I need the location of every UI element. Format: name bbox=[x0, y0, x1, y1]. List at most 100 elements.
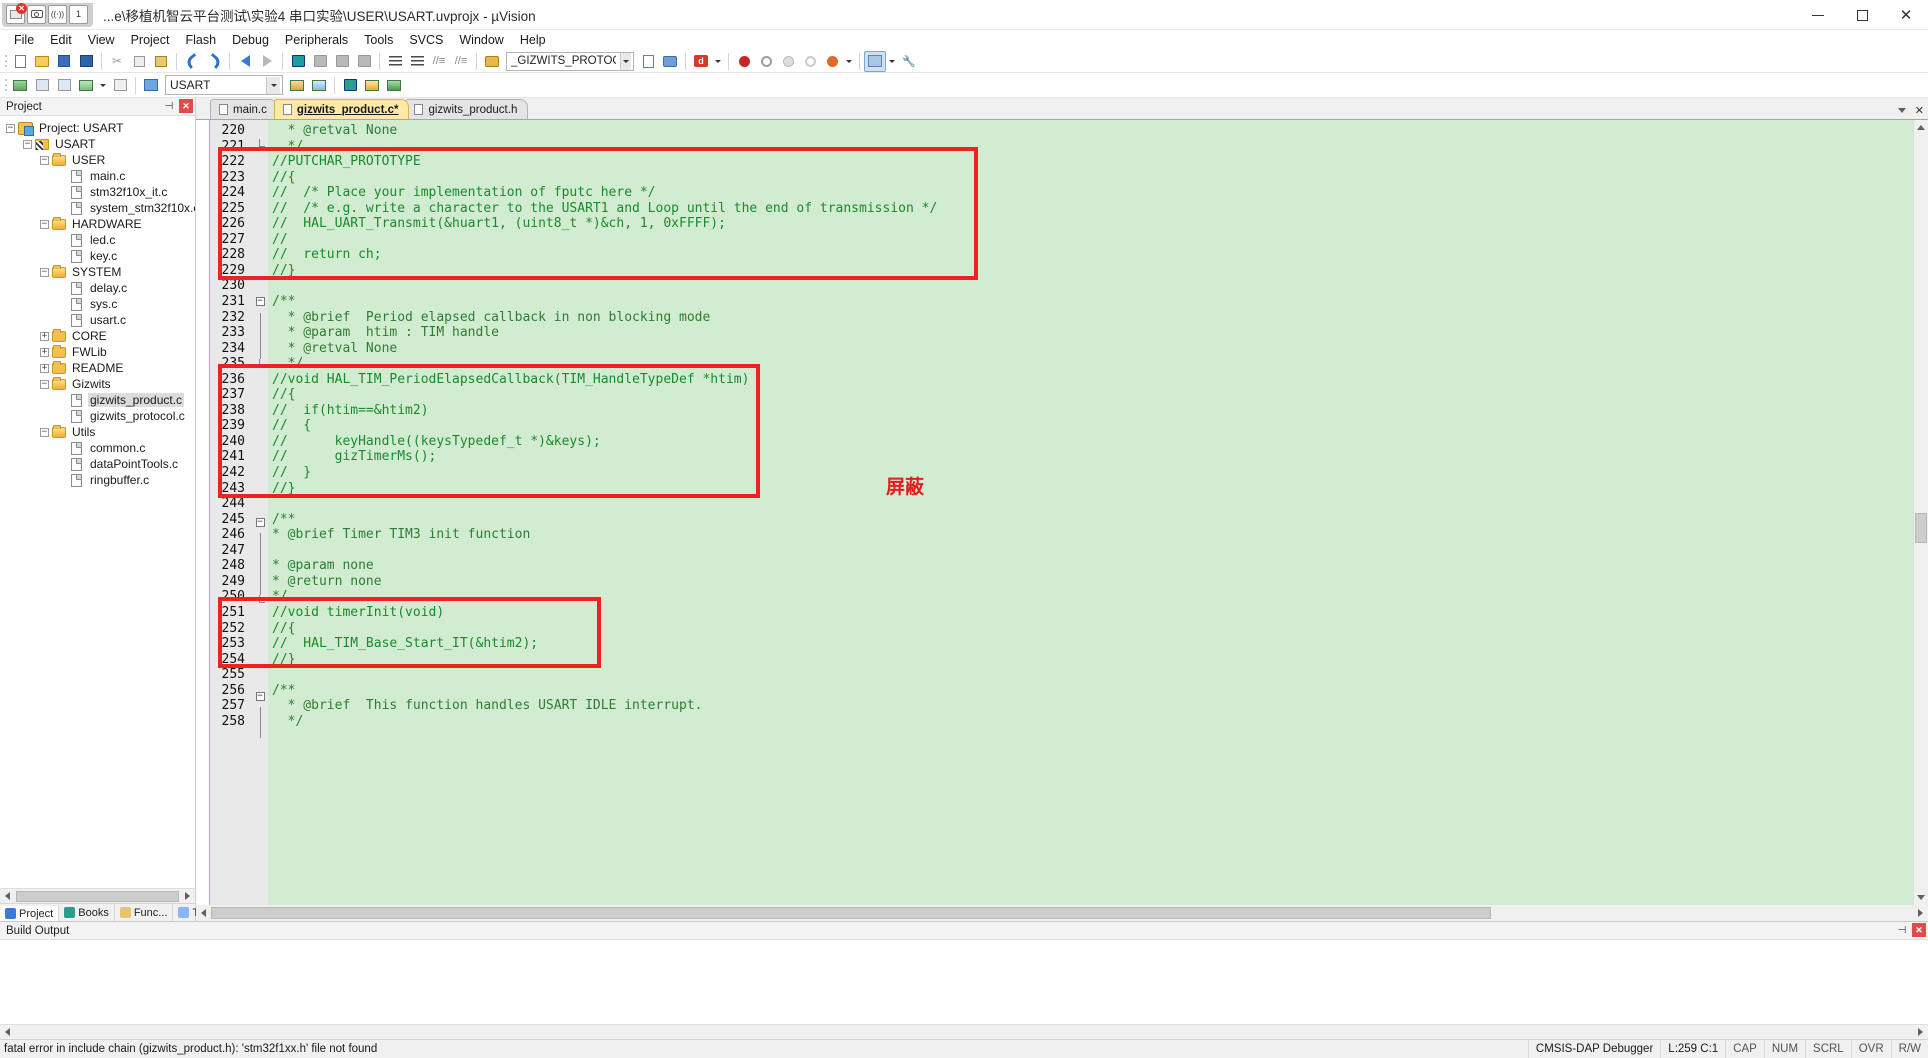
code-line[interactable] bbox=[268, 667, 1913, 683]
code-line[interactable]: // return ch; bbox=[268, 247, 1913, 263]
build-hscrollbar[interactable] bbox=[0, 1024, 1928, 1039]
comment-icon[interactable]: //≡ bbox=[428, 51, 450, 72]
tree-item-system[interactable]: − SYSTEM bbox=[0, 264, 195, 280]
pane-tab-func[interactable]: Func... bbox=[115, 904, 174, 921]
menu-peripherals[interactable]: Peripherals bbox=[277, 30, 356, 50]
menu-window[interactable]: Window bbox=[451, 30, 511, 50]
pin-icon[interactable]: ⊣ bbox=[162, 99, 176, 113]
manage-run-time-icon[interactable] bbox=[308, 75, 330, 96]
indent-left-icon[interactable] bbox=[406, 51, 428, 72]
code-line[interactable]: //{ bbox=[268, 387, 1913, 403]
code-line[interactable] bbox=[268, 543, 1913, 559]
minimize-button[interactable] bbox=[1796, 0, 1840, 30]
tree-item-core[interactable]: + CORE bbox=[0, 328, 195, 344]
fold-collapse-icon[interactable]: − bbox=[252, 297, 268, 313]
code-line[interactable]: * @param none bbox=[268, 558, 1913, 574]
batch-build-icon[interactable] bbox=[53, 75, 75, 96]
code-text[interactable]: * @retval None *///PUTCHAR_PROTOTYPE//{/… bbox=[268, 120, 1913, 905]
tabstrip-nav[interactable]: ✕ bbox=[1897, 104, 1924, 117]
breakpoint-disable-icon[interactable] bbox=[755, 51, 777, 72]
tree-item-hardware[interactable]: − HARDWARE bbox=[0, 216, 195, 232]
tree-item-main-c[interactable]: main.c bbox=[0, 168, 195, 184]
close-button[interactable]: ✕ bbox=[1884, 0, 1928, 30]
books-icon[interactable] bbox=[339, 75, 361, 96]
scroll-up-icon[interactable] bbox=[1914, 120, 1928, 135]
expand-icon[interactable]: + bbox=[40, 363, 49, 373]
broadcast-qat-icon[interactable]: ((‧)) bbox=[48, 4, 67, 24]
find-in-files-icon[interactable] bbox=[481, 51, 503, 72]
code-line[interactable] bbox=[268, 496, 1913, 512]
code-line[interactable]: /** bbox=[268, 683, 1913, 699]
tree-item-led-c[interactable]: led.c bbox=[0, 232, 195, 248]
tree-item-stm32f10x-it-c[interactable]: stm32f10x_it.c bbox=[0, 184, 195, 200]
chevron-down-2-icon[interactable] bbox=[843, 51, 855, 72]
code-line[interactable]: */ bbox=[268, 589, 1913, 605]
build-toolbar-grip[interactable] bbox=[2, 77, 9, 94]
code-line[interactable]: //{ bbox=[268, 621, 1913, 637]
code-line[interactable]: // if(htim==&htim2) bbox=[268, 403, 1913, 419]
tab-list-chevron-down-icon[interactable] bbox=[1897, 108, 1906, 113]
chevron-down-icon[interactable] bbox=[620, 52, 631, 70]
tree-item-common-c[interactable]: common.c bbox=[0, 440, 195, 456]
configure-window-icon[interactable] bbox=[864, 50, 886, 72]
scroll-left-icon[interactable] bbox=[0, 889, 15, 903]
tree-item-usart-c[interactable]: usart.c bbox=[0, 312, 195, 328]
fold-collapse-icon[interactable]: − bbox=[252, 517, 268, 534]
new-file-icon[interactable] bbox=[9, 51, 31, 72]
redo-icon[interactable] bbox=[203, 51, 225, 72]
menu-edit[interactable]: Edit bbox=[42, 30, 80, 50]
collapse-icon[interactable]: − bbox=[40, 219, 49, 229]
save-icon[interactable] bbox=[53, 51, 75, 72]
code-line[interactable]: */ bbox=[268, 714, 1913, 730]
build-close-icon[interactable]: ✕ bbox=[1912, 923, 1926, 937]
build-pin-icon[interactable]: ⊣ bbox=[1895, 923, 1909, 937]
pack-installer-icon[interactable] bbox=[361, 75, 383, 96]
chevron-down-3-icon[interactable] bbox=[886, 51, 898, 72]
target-combo[interactable]: USART bbox=[165, 75, 283, 95]
menu-file[interactable]: File bbox=[6, 30, 42, 50]
find-combo[interactable]: _GIZWITS_PROTOCOL_H bbox=[506, 51, 634, 71]
undo-icon[interactable] bbox=[181, 51, 203, 72]
collapse-icon[interactable]: − bbox=[40, 379, 49, 389]
vscroll-thumb[interactable] bbox=[1914, 513, 1927, 543]
tree-item-readme[interactable]: + README bbox=[0, 360, 195, 376]
tree-item-ringbuffer-c[interactable]: ringbuffer.c bbox=[0, 472, 195, 488]
pane-tab-books[interactable]: Books bbox=[59, 904, 115, 921]
editor-vscrollbar[interactable] bbox=[1913, 120, 1928, 905]
build-scroll-left-icon[interactable] bbox=[0, 1025, 15, 1039]
menu-tools[interactable]: Tools bbox=[356, 30, 401, 50]
menu-view[interactable]: View bbox=[80, 30, 123, 50]
code-line[interactable]: // } bbox=[268, 465, 1913, 481]
tree-item-usart[interactable]: − USART bbox=[0, 136, 195, 152]
code-line[interactable]: //} bbox=[268, 263, 1913, 279]
editor-scroll-left-icon[interactable] bbox=[196, 906, 211, 920]
indent-right-icon[interactable] bbox=[384, 51, 406, 72]
copy-icon[interactable] bbox=[128, 51, 150, 72]
code-scroll-region[interactable]: 220 221 222 223 224 225 226 227 228 229 230 231 232 2… bbox=[196, 120, 1913, 905]
build-output-text[interactable] bbox=[0, 940, 1928, 1024]
paste-icon[interactable] bbox=[150, 51, 172, 72]
bookmark-prev-icon[interactable] bbox=[309, 51, 331, 72]
lock-qat-icon[interactable]: 1 bbox=[69, 4, 88, 24]
collapse-icon[interactable]: − bbox=[23, 139, 32, 149]
expand-icon[interactable]: + bbox=[40, 347, 49, 357]
tree-item-key-c[interactable]: key.c bbox=[0, 248, 195, 264]
menu-debug[interactable]: Debug bbox=[224, 30, 277, 50]
configure-tools-icon[interactable]: 🔧 bbox=[898, 51, 920, 72]
collapse-icon[interactable]: − bbox=[40, 155, 49, 165]
menu-help[interactable]: Help bbox=[512, 30, 554, 50]
editor-tabstrip[interactable]: main.c gizwits_product.c* gizwits_product.… bbox=[196, 98, 1928, 120]
cut-icon[interactable]: ✂ bbox=[106, 51, 128, 72]
rebuild-icon[interactable] bbox=[31, 75, 53, 96]
pane-tab-project[interactable]: Project bbox=[0, 904, 60, 921]
options-target-icon[interactable] bbox=[140, 75, 162, 96]
tab-close-icon[interactable]: ✕ bbox=[1915, 104, 1924, 117]
code-fold-column[interactable]: − − − bbox=[252, 120, 268, 905]
tree-item-gizwits[interactable]: − Gizwits bbox=[0, 376, 195, 392]
menu-project[interactable]: Project bbox=[123, 30, 178, 50]
open-file-icon[interactable] bbox=[31, 51, 53, 72]
tree-item-fwlib[interactable]: + FWLib bbox=[0, 344, 195, 360]
code-line[interactable]: // { bbox=[268, 418, 1913, 434]
bookmark-next-icon[interactable] bbox=[331, 51, 353, 72]
gizwits-icon[interactable] bbox=[383, 75, 405, 96]
